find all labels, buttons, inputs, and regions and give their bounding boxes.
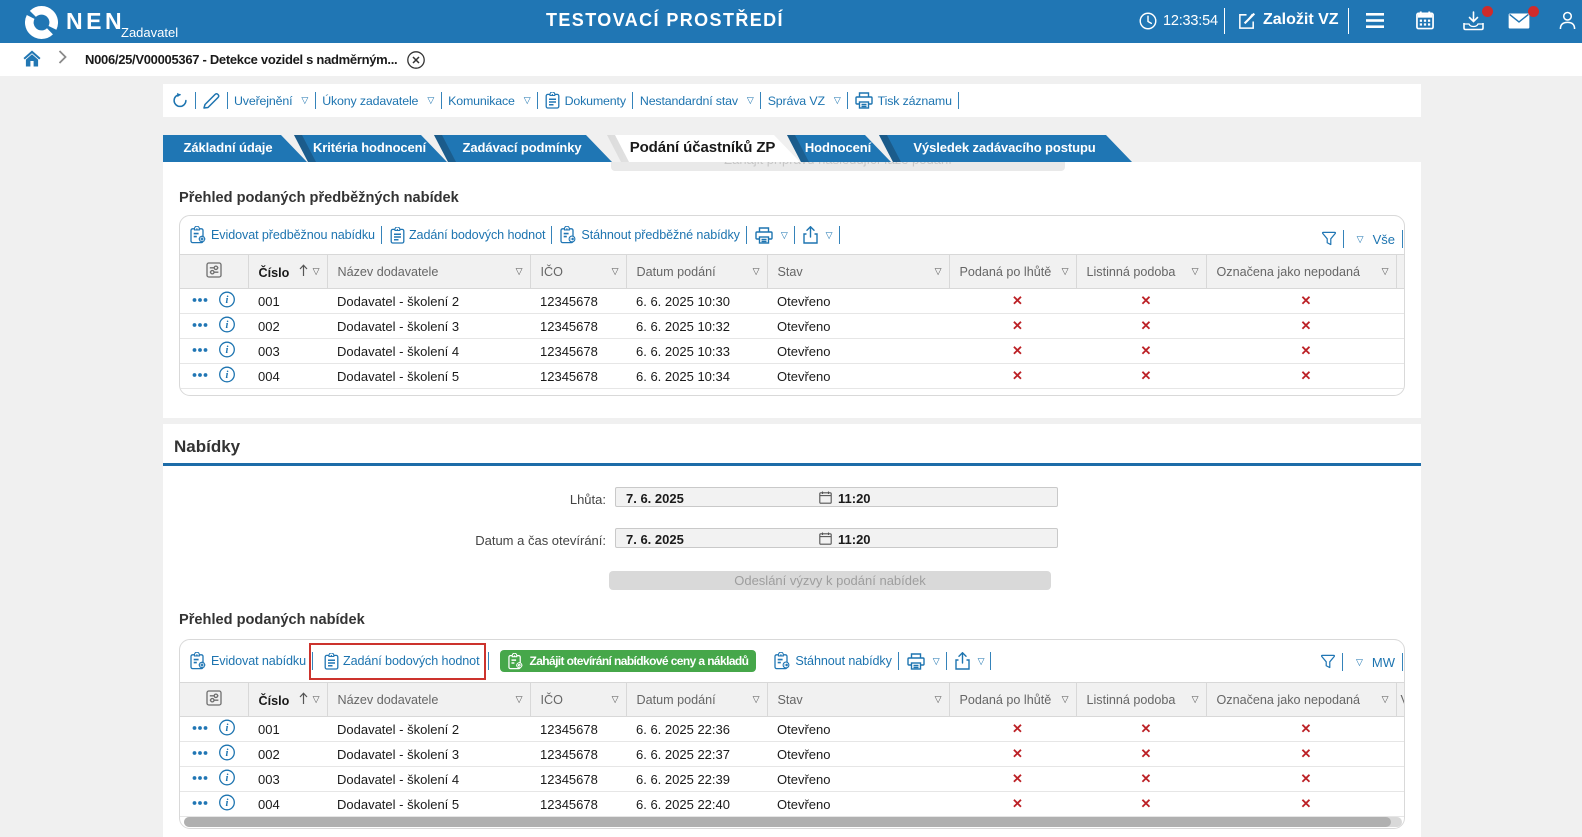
svg-text:i: i: [226, 748, 229, 759]
svg-text:i: i: [226, 723, 229, 734]
svg-text:i: i: [226, 773, 229, 784]
svg-text:i: i: [226, 320, 229, 331]
svg-text:i: i: [226, 798, 229, 809]
svg-text:i: i: [226, 345, 229, 356]
svg-text:i: i: [226, 295, 229, 306]
svg-text:i: i: [226, 370, 229, 381]
